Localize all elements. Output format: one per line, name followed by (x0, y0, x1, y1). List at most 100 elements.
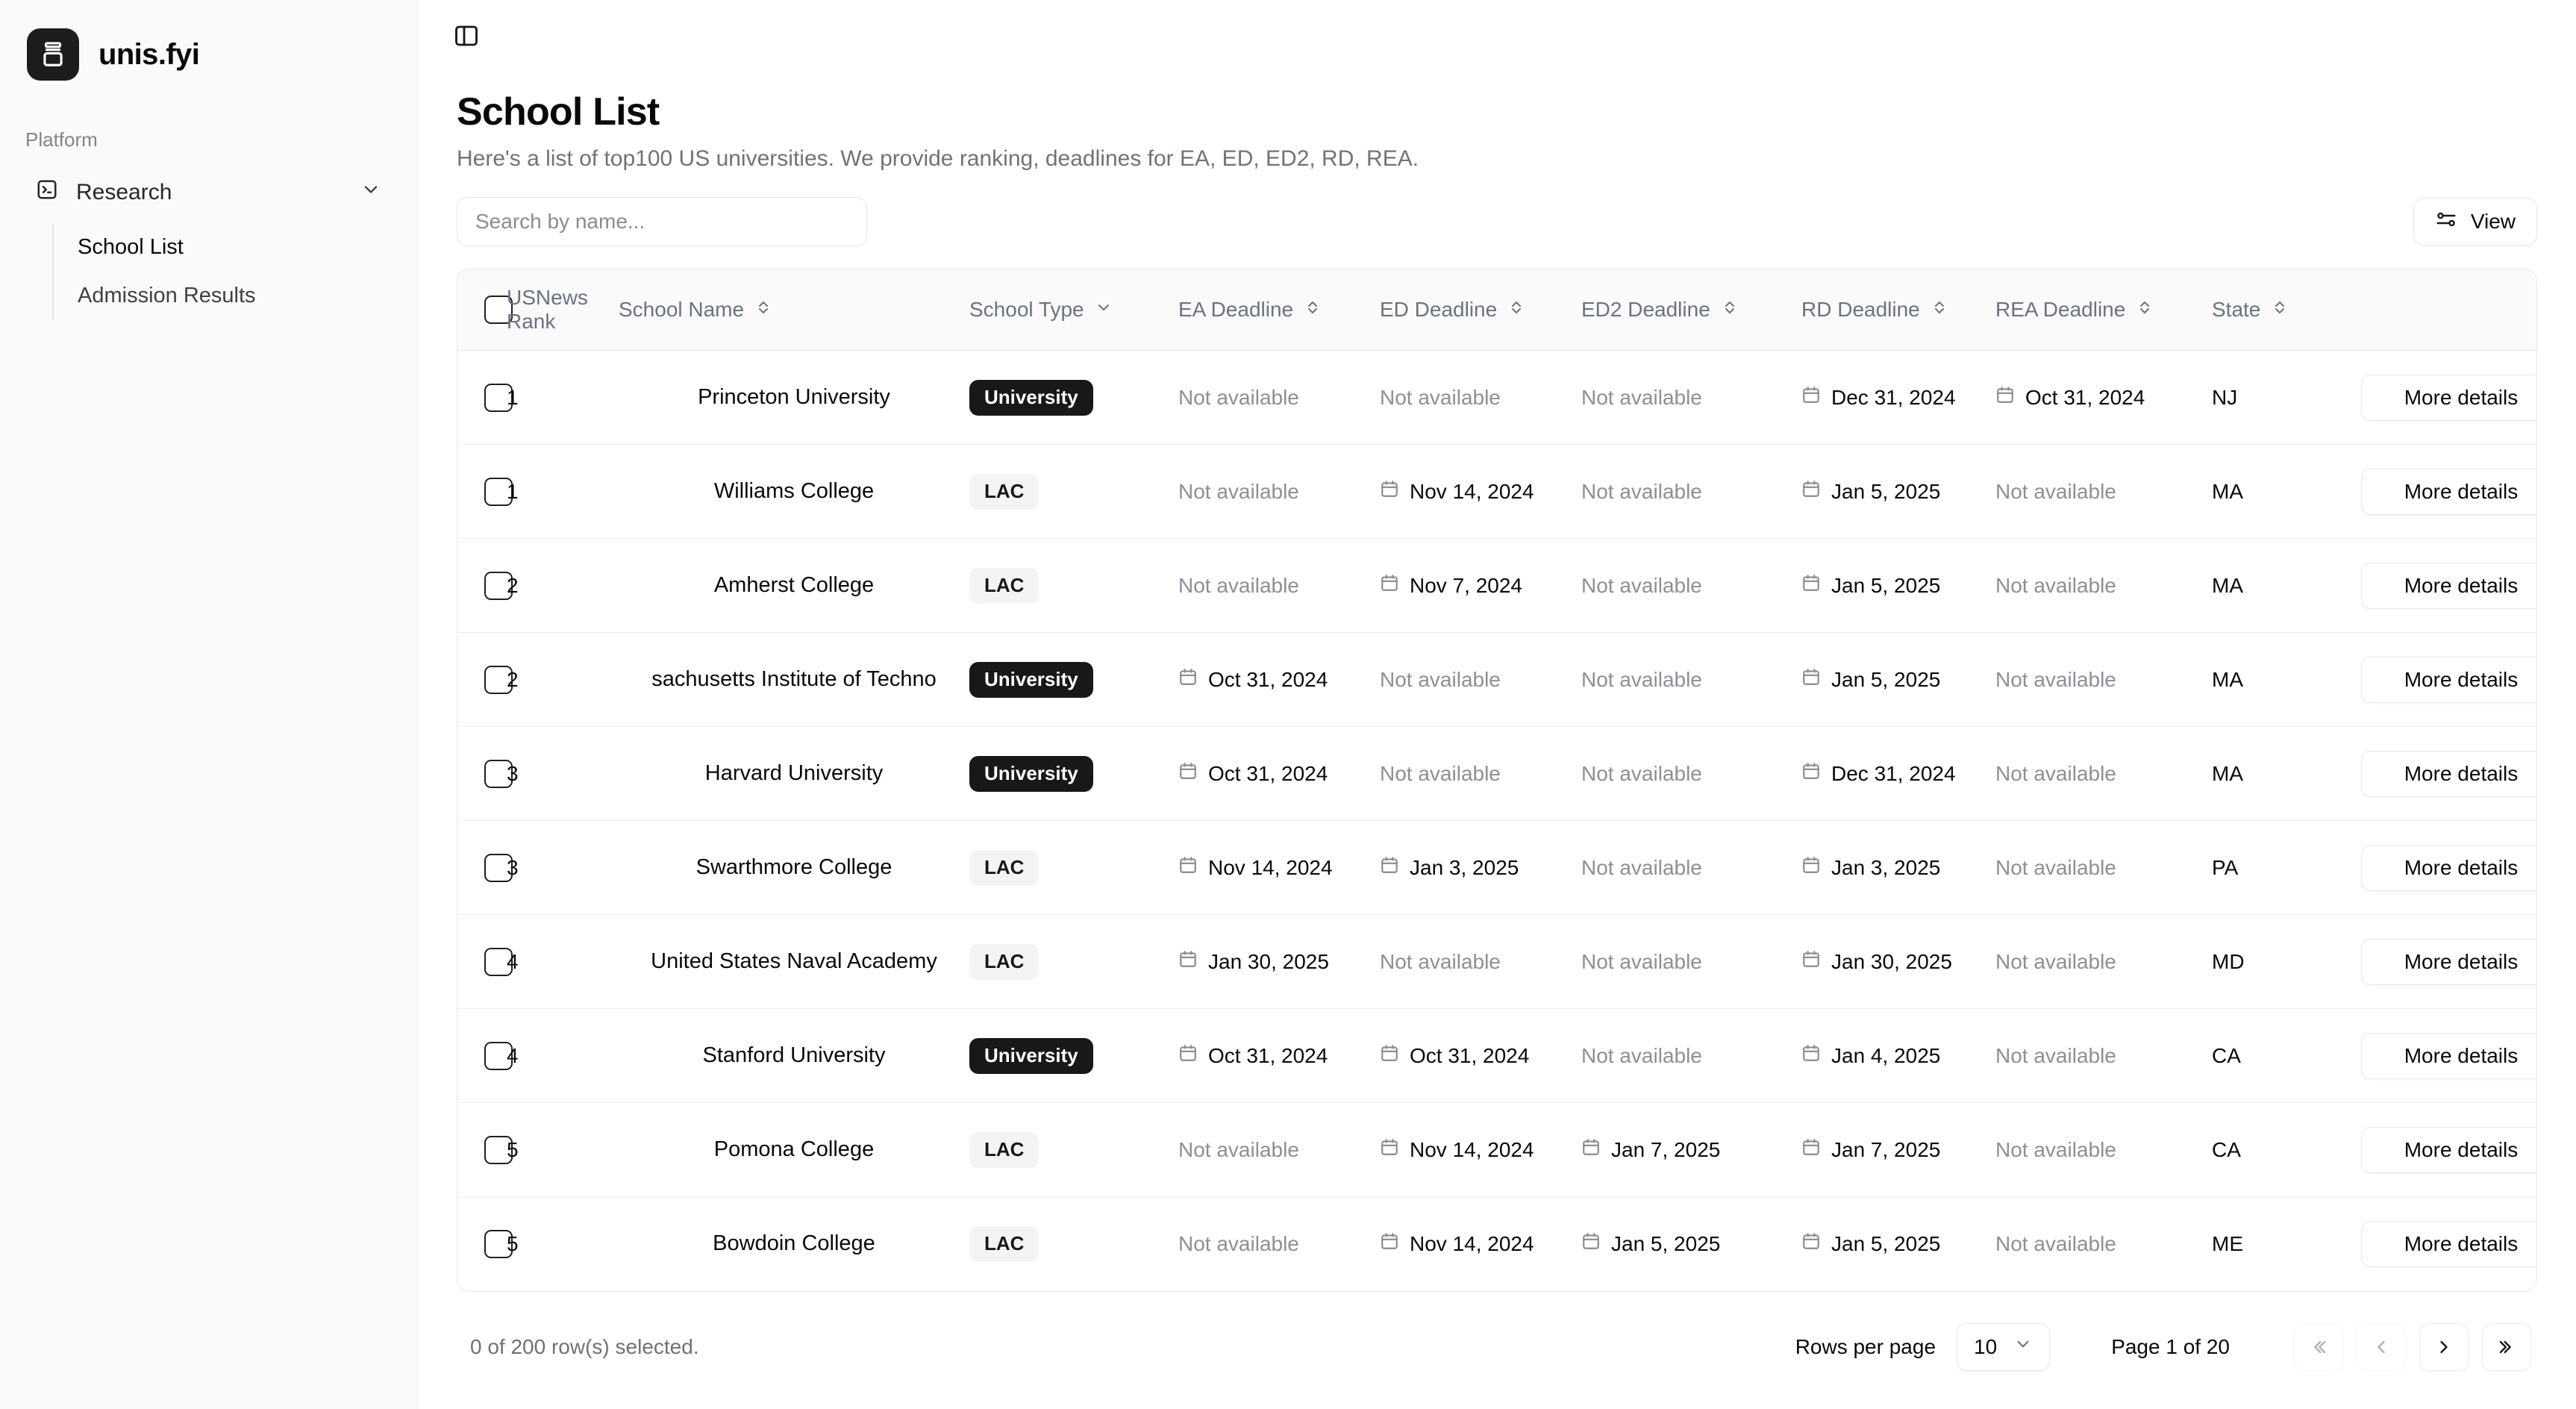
sidebar: unis.fyi Platform Research School List A… (0, 0, 418, 1409)
page-title: School List (457, 90, 660, 134)
school-type-badge: LAC (969, 1225, 1040, 1262)
usnews-rank-cell: 1 (507, 444, 619, 539)
ed2-deadline-cell: Not available (1581, 820, 1801, 915)
table-row[interactable]: 2 sachusetts Institute of Techno Universit… (457, 632, 2536, 727)
th-ed-deadline-label: ED Deadline (1380, 298, 1498, 321)
calendar-icon (1178, 949, 1198, 974)
calendar-icon (1380, 1231, 1399, 1256)
table-row[interactable]: 1 Williams College LAC Not available Nov 14,… (457, 444, 2536, 539)
chevrons-up-down-icon[interactable] (754, 298, 772, 322)
sidebar-item-admission-results[interactable]: Admission Results (54, 272, 395, 320)
chevrons-up-down-icon[interactable] (1304, 298, 1322, 322)
th-usnews-rank[interactable]: USNews Rank (507, 269, 619, 351)
deadline-date: Jan 4, 2025 (1831, 1043, 1941, 1067)
more-details-button[interactable]: More details (2361, 562, 2536, 609)
ed2-deadline-cell: Not available (1581, 726, 1801, 821)
table-row[interactable]: 3 Swarthmore College LAC Nov 14, 2024 Jan 3,… (457, 820, 2536, 915)
deadline-date: Jan 3, 2025 (1410, 855, 1519, 879)
toolbar: View (457, 197, 2537, 246)
search-input[interactable] (457, 197, 867, 246)
deadline-date: Jan 7, 2025 (1611, 1137, 1721, 1161)
more-details-button[interactable]: More details (2361, 1220, 2536, 1267)
table-header-row: USNews Rank School Name School Type EA D… (457, 269, 2536, 351)
row-select-cell (457, 820, 513, 915)
th-ed-deadline[interactable]: ED Deadline (1380, 269, 1581, 351)
not-available-text: Not available (1178, 1137, 1299, 1161)
rows-per-page-value: 10 (1974, 1334, 1998, 1358)
school-name-cell: Pomona College (619, 1102, 969, 1197)
main-content: School List Here's a list of top100 US u… (418, 0, 2576, 1409)
calendar-icon (1801, 1043, 1821, 1068)
school-type-badge: LAC (969, 849, 1040, 886)
school-name-value: Princeton University (698, 385, 890, 409)
chevrons-up-down-icon[interactable] (2271, 298, 2289, 322)
ed2-deadline-cell: Jan 5, 2025 (1581, 1197, 1801, 1291)
th-state[interactable]: State (2212, 269, 2361, 351)
view-button[interactable]: View (2413, 198, 2537, 246)
chevrons-up-down-icon[interactable] (1507, 298, 1525, 322)
first-page-button[interactable] (2294, 1322, 2343, 1371)
topbar (418, 0, 2576, 72)
table-row[interactable]: 2 Amherst College LAC Not available Nov 7, 2… (457, 538, 2536, 633)
last-page-button[interactable] (2482, 1322, 2531, 1371)
school-name-cell: Bowdoin College (619, 1197, 969, 1291)
deadline-date: Oct 31, 2024 (1208, 1043, 1328, 1067)
more-details-button[interactable]: More details (2361, 938, 2536, 985)
th-ea-deadline[interactable]: EA Deadline (1178, 269, 1380, 351)
next-page-button[interactable] (2419, 1322, 2469, 1371)
panel-left-icon[interactable] (449, 19, 484, 53)
more-details-button[interactable]: More details (2361, 1126, 2536, 1173)
usnews-rank-value: 4 (507, 949, 519, 973)
usnews-rank-value: 5 (507, 1231, 519, 1255)
th-school-name[interactable]: School Name (619, 269, 969, 351)
not-available-text: Not available (1581, 855, 1702, 879)
previous-page-button[interactable] (2357, 1322, 2406, 1371)
calendar-icon (1178, 761, 1198, 786)
school-type-badge: LAC (969, 473, 1040, 510)
table-row[interactable]: 4 Stanford University University Oct 31, 20… (457, 1008, 2536, 1103)
more-details-button[interactable]: More details (2361, 1032, 2536, 1079)
sidebar-subnav: School List Admission Results (52, 223, 395, 320)
more-details-button[interactable]: More details (2361, 374, 2536, 421)
school-type-cell: University (969, 632, 1178, 727)
th-rea-deadline[interactable]: REA Deadline (1995, 269, 2212, 351)
brand[interactable]: unis.fyi (0, 0, 417, 90)
chevron-down-icon[interactable] (360, 179, 381, 206)
th-school-type[interactable]: School Type (969, 269, 1178, 351)
th-rd-deadline[interactable]: RD Deadline (1801, 269, 1995, 351)
more-details-button[interactable]: More details (2361, 468, 2536, 515)
ea-deadline-cell: Oct 31, 2024 (1178, 632, 1380, 727)
table-row[interactable]: 1 Princeton University University Not avail… (457, 350, 2536, 445)
more-details-button[interactable]: More details (2361, 656, 2536, 703)
sidebar-item-research[interactable]: Research (22, 168, 395, 217)
ed2-deadline-cell: Not available (1581, 350, 1801, 445)
usnews-rank-cell: 3 (507, 726, 619, 821)
table-row[interactable]: 5 Pomona College LAC Not available Nov 14, 2… (457, 1102, 2536, 1197)
table-row[interactable]: 4 United States Naval Academy LAC Jan 30, 2… (457, 914, 2536, 1009)
th-ed2-deadline[interactable]: ED2 Deadline (1581, 269, 1801, 351)
table-row[interactable]: 3 Harvard University University Oct 31, 202… (457, 726, 2536, 821)
school-table-element: USNews Rank School Name School Type EA D… (457, 269, 2536, 1291)
not-available-text: Not available (1995, 573, 2116, 597)
chevrons-up-down-icon[interactable] (1721, 298, 1739, 322)
table-row[interactable]: 5 Bowdoin College LAC Not available Nov 14, … (457, 1197, 2536, 1291)
rea-deadline-cell: Not available (1995, 538, 2212, 633)
chevrons-up-down-icon[interactable] (2136, 298, 2154, 322)
calendar-icon (1178, 667, 1198, 692)
deadline-date: Jan 5, 2025 (1831, 573, 1941, 597)
ed-deadline-cell: Not available (1380, 632, 1581, 727)
chevron-down-icon[interactable] (1095, 298, 1113, 322)
rd-deadline-cell: Jan 3, 2025 (1801, 820, 1995, 915)
rows-per-page-select[interactable]: 10 (1957, 1322, 2051, 1371)
deadline-date: Jan 3, 2025 (1831, 855, 1941, 879)
calendar-icon (1801, 667, 1821, 692)
more-details-button[interactable]: More details (2361, 750, 2536, 797)
sidebar-item-school-list[interactable]: School List (54, 223, 395, 272)
deadline-date: Nov 14, 2024 (1208, 855, 1333, 879)
ea-deadline-cell: Not available (1178, 538, 1380, 633)
state-value: MA (2212, 667, 2243, 691)
chevrons-up-down-icon[interactable] (1931, 298, 1948, 322)
deadline-date: Jan 5, 2025 (1611, 1231, 1721, 1255)
more-details-button[interactable]: More details (2361, 844, 2536, 891)
actions-cell: More details (2361, 820, 2536, 915)
